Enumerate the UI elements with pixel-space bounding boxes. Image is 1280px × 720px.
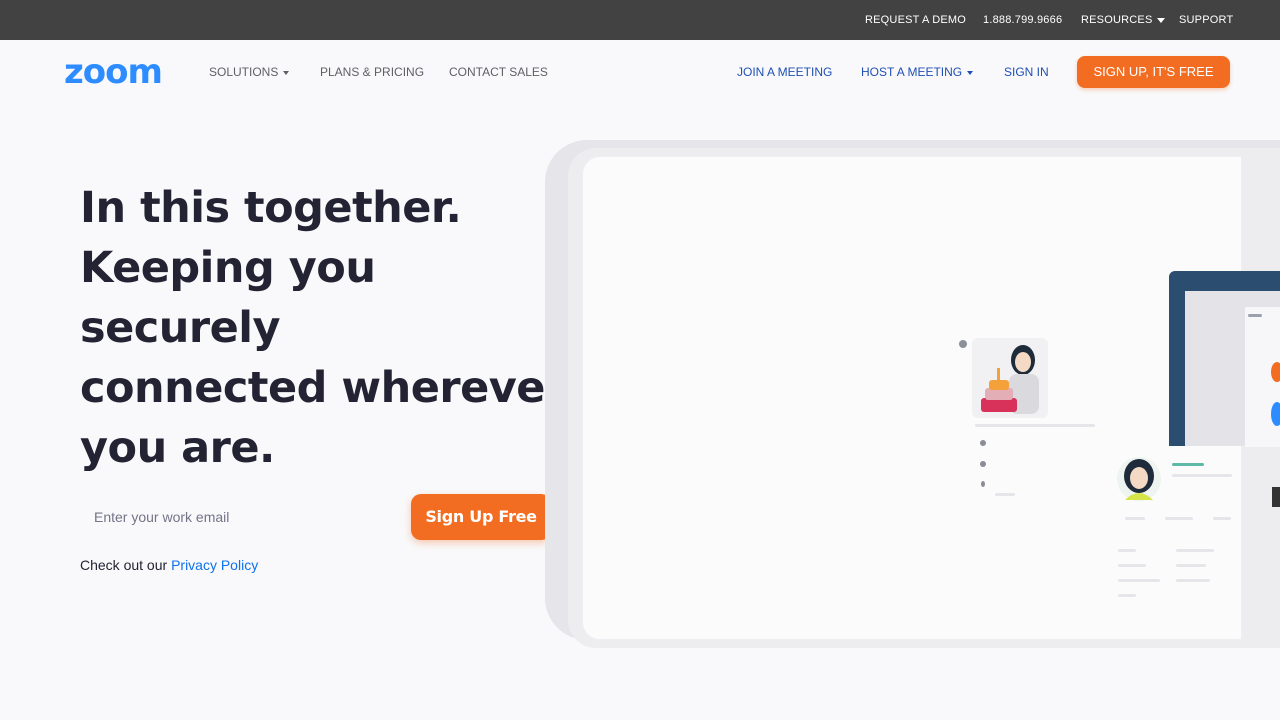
contact-avatar-illustration xyxy=(1117,457,1161,501)
device-screen xyxy=(582,156,1242,640)
person-with-cake-illustration xyxy=(981,345,1039,414)
file-icon xyxy=(981,481,985,487)
resources-menu[interactable]: RESOURCES xyxy=(1081,0,1166,40)
contact-detail-line xyxy=(1172,474,1232,477)
detail-label-line xyxy=(1118,564,1146,567)
orange-accent-icon xyxy=(1271,362,1280,382)
secondary-device-panel xyxy=(1169,271,1280,447)
privacy-prefix: Check out our xyxy=(80,557,172,573)
blue-accent-icon xyxy=(1271,402,1280,426)
contact-name-line xyxy=(1172,463,1204,466)
privacy-policy-link[interactable]: Privacy Policy xyxy=(171,557,258,573)
detail-value-line xyxy=(1176,549,1214,552)
solutions-menu[interactable]: SOLUTIONS xyxy=(209,40,290,104)
chat-icon xyxy=(980,440,986,446)
work-email-input[interactable] xyxy=(80,496,400,538)
status-dot xyxy=(959,340,967,348)
edit-icon xyxy=(980,461,986,467)
support-link[interactable]: SUPPORT xyxy=(1179,0,1233,40)
host-meeting-label: HOST A MEETING xyxy=(861,65,963,79)
sign-in-link[interactable]: SIGN IN xyxy=(1004,40,1049,104)
toolbar-line xyxy=(995,493,1015,496)
detail-label-line xyxy=(1118,594,1136,597)
join-meeting-link[interactable]: JOIN A MEETING xyxy=(737,40,832,104)
detail-label-line xyxy=(1118,549,1136,552)
request-demo-link[interactable]: REQUEST A DEMO xyxy=(865,0,966,40)
headline-line: securely xyxy=(80,303,281,353)
zoom-logo[interactable]: zoom xyxy=(64,52,176,92)
action-line xyxy=(1125,517,1145,520)
caret-down-icon xyxy=(967,70,974,75)
headline-line: you are. xyxy=(80,423,275,473)
plans-pricing-link[interactable]: PLANS & PRICING xyxy=(320,40,424,104)
privacy-note: Check out our Privacy Policy xyxy=(80,557,258,573)
svg-text:zoom: zoom xyxy=(64,52,162,92)
detail-label-line xyxy=(1118,579,1160,582)
host-meeting-menu[interactable]: HOST A MEETING xyxy=(861,40,974,104)
hero-signup-button[interactable]: Sign Up Free xyxy=(411,494,551,540)
headline-line: In this together. xyxy=(80,183,462,233)
action-line xyxy=(1165,517,1193,520)
headline-line: Keeping you xyxy=(80,243,376,293)
action-line xyxy=(1213,517,1231,520)
toolbar-line xyxy=(975,424,1095,427)
more-dots-icon xyxy=(1248,314,1262,317)
solutions-label: SOLUTIONS xyxy=(209,65,279,79)
dark-accent-block xyxy=(1272,487,1280,507)
resources-label: RESOURCES xyxy=(1081,14,1153,26)
hero-headline: In this together. Keeping you securely c… xyxy=(80,178,566,478)
caret-down-icon xyxy=(283,70,290,75)
detail-value-line xyxy=(1176,579,1210,582)
caret-down-icon xyxy=(1157,17,1166,23)
contact-sales-link[interactable]: CONTACT SALES xyxy=(449,40,548,104)
phone-number-link[interactable]: 1.888.799.9666 xyxy=(983,0,1062,40)
signup-free-button[interactable]: SIGN UP, IT'S FREE xyxy=(1077,56,1230,88)
headline-line: connected wherever xyxy=(80,363,566,413)
top-utility-bar: REQUEST A DEMO 1.888.799.9666 RESOURCES … xyxy=(0,0,1280,40)
main-navigation: zoom SOLUTIONS PLANS & PRICING CONTACT S… xyxy=(0,40,1280,104)
detail-value-line xyxy=(1176,564,1206,567)
